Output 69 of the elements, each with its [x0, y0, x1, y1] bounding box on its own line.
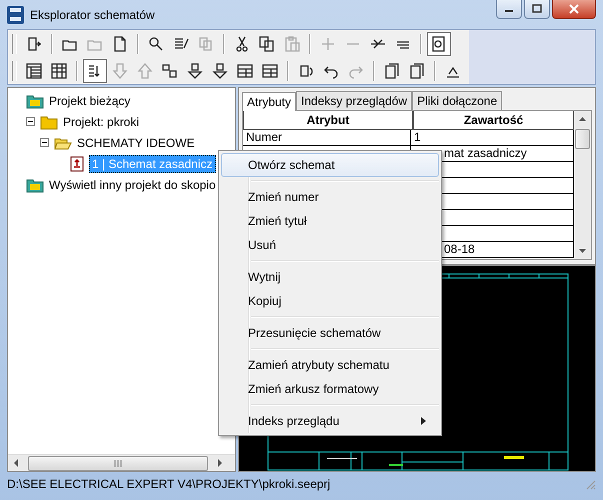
- refresh-icon: [298, 62, 314, 78]
- collapse-toggle[interactable]: [24, 117, 37, 126]
- menu-item[interactable]: Zmień tytuł: [221, 209, 439, 233]
- menu-item[interactable]: Wytnij: [221, 265, 439, 289]
- scroll-right-icon: [216, 458, 224, 468]
- close-icon: [568, 4, 580, 14]
- menu-item[interactable]: Zmień arkusz formatowy: [221, 377, 439, 401]
- column-header[interactable]: Atrybut: [243, 111, 413, 130]
- close-button[interactable]: [552, 0, 596, 19]
- minimize-button[interactable]: [496, 0, 522, 19]
- door-icon: [26, 36, 42, 52]
- menu-item[interactable]: Zamień atrybuty schematu: [221, 353, 439, 377]
- stamp-icon: [187, 62, 203, 78]
- copy-icon: [259, 36, 275, 52]
- menu-item[interactable]: Przesunięcie schematów: [221, 321, 439, 345]
- tab[interactable]: Pliki dołączone: [412, 91, 502, 110]
- sheet-icon: [68, 156, 86, 172]
- arrow-down-icon: [112, 62, 128, 78]
- search-icon: [148, 36, 164, 52]
- tree-item[interactable]: SCHEMATY IDEOWE: [75, 134, 197, 150]
- menu-item[interactable]: Kopiuj: [221, 289, 439, 313]
- tab[interactable]: Atrybuty: [242, 92, 296, 111]
- rows-icon: [237, 62, 253, 78]
- columns-icon: [51, 62, 67, 78]
- document-icon: [112, 36, 128, 52]
- minus-icon: [345, 42, 361, 46]
- tree-item[interactable]: Projekt: pkroki: [61, 114, 142, 130]
- scroll-left-icon: [12, 458, 20, 468]
- scroll-up-icon: [578, 115, 587, 123]
- app-logo-icon: [7, 6, 24, 24]
- tab[interactable]: Indeksy przeglądów: [296, 91, 412, 110]
- pages-icon: [198, 36, 214, 52]
- horizontal-scrollbar[interactable]: [8, 454, 235, 471]
- maximize-button[interactable]: [524, 0, 550, 19]
- toolbar-button[interactable]: [427, 32, 451, 56]
- page-preview-icon: [431, 36, 447, 52]
- scroll-thumb[interactable]: [575, 129, 590, 149]
- tree-item[interactable]: Projekt bieżący: [47, 92, 132, 108]
- tree-project-icon: [26, 92, 44, 108]
- status-path: D:\SEE ELECTRICAL EXPERT V4\PROJEKTY\pkroki.seeprj: [7, 477, 330, 491]
- tree-project-icon: [26, 176, 44, 192]
- table-cell: Numer: [243, 130, 411, 146]
- resize-grip-icon[interactable]: [584, 478, 596, 490]
- scroll-grip-icon: [113, 460, 123, 466]
- table-cell: 1: [411, 130, 574, 146]
- submenu-arrow-icon: [421, 417, 426, 425]
- list-icon: [173, 36, 189, 52]
- vertical-scrollbar[interactable]: [574, 111, 591, 259]
- stack-icon: [409, 62, 425, 78]
- scroll-down-icon: [578, 247, 587, 255]
- cut-icon: [234, 36, 250, 52]
- toolbar-button[interactable]: [83, 58, 107, 82]
- menu-item[interactable]: Zmień numer: [221, 185, 439, 209]
- plus-icon: [320, 36, 336, 52]
- window-title: Eksplorator schematów: [30, 8, 155, 22]
- maximize-icon: [531, 4, 543, 14]
- tree-item[interactable]: Wyświetl inny projekt do skopio: [47, 176, 218, 192]
- rows-icon: [262, 62, 278, 78]
- collapse-toggle[interactable]: [38, 138, 51, 147]
- panel-icon: [26, 62, 42, 78]
- arrow-up-icon: [137, 62, 153, 78]
- renumber-icon: [162, 62, 178, 78]
- column-header[interactable]: Zawartość: [413, 111, 574, 130]
- stamp-icon: [212, 62, 228, 78]
- menu-item[interactable]: Indeks przeglądu: [221, 409, 439, 433]
- menu-item[interactable]: Otwórz schemat: [221, 153, 439, 177]
- folder-icon: [40, 114, 58, 130]
- stack-icon: [384, 62, 400, 78]
- paste-icon: [284, 36, 300, 52]
